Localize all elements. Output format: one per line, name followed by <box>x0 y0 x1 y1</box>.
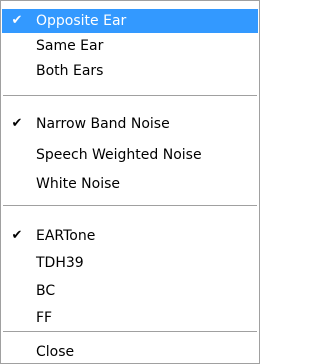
context-menu: ✔ Opposite Ear Same Ear Both Ears ✔ Narr… <box>0 0 260 364</box>
menu-item-label: Both Ears <box>36 63 104 79</box>
check-icon: ✔ <box>11 13 23 28</box>
menu-item-ff[interactable]: FF <box>2 306 258 330</box>
menu-item-label: Close <box>36 344 75 360</box>
menu-item-white-noise[interactable]: White Noise <box>2 172 258 196</box>
menu-item-same-ear[interactable]: Same Ear <box>2 34 258 58</box>
menu-item-bc[interactable]: BC <box>2 279 258 303</box>
menu-item-both-ears[interactable]: Both Ears <box>2 59 258 83</box>
menu-item-narrow-band-noise[interactable]: ✔ Narrow Band Noise <box>2 112 258 136</box>
menu-separator <box>3 95 257 97</box>
menu-item-speech-weighted-noise[interactable]: Speech Weighted Noise <box>2 143 258 167</box>
menu-separator <box>3 205 257 207</box>
menu-item-label: White Noise <box>36 176 120 192</box>
menu-item-label: EARTone <box>36 228 96 244</box>
menu-item-label: Opposite Ear <box>36 13 127 29</box>
menu-item-label: Speech Weighted Noise <box>36 147 202 163</box>
menu-item-label: BC <box>36 283 56 299</box>
menu-item-tdh39[interactable]: TDH39 <box>2 251 258 275</box>
menu-separator <box>3 331 257 333</box>
check-icon: ✔ <box>11 116 23 131</box>
menu-item-label: Narrow Band Noise <box>36 116 170 132</box>
menu-item-label: TDH39 <box>36 255 84 271</box>
menu-item-label: Same Ear <box>36 38 104 54</box>
menu-item-label: FF <box>36 310 53 326</box>
menu-item-close[interactable]: Close <box>2 340 258 364</box>
check-icon: ✔ <box>11 228 23 243</box>
menu-item-eartone[interactable]: ✔ EARTone <box>2 224 258 248</box>
menu-item-opposite-ear[interactable]: ✔ Opposite Ear <box>2 9 258 33</box>
